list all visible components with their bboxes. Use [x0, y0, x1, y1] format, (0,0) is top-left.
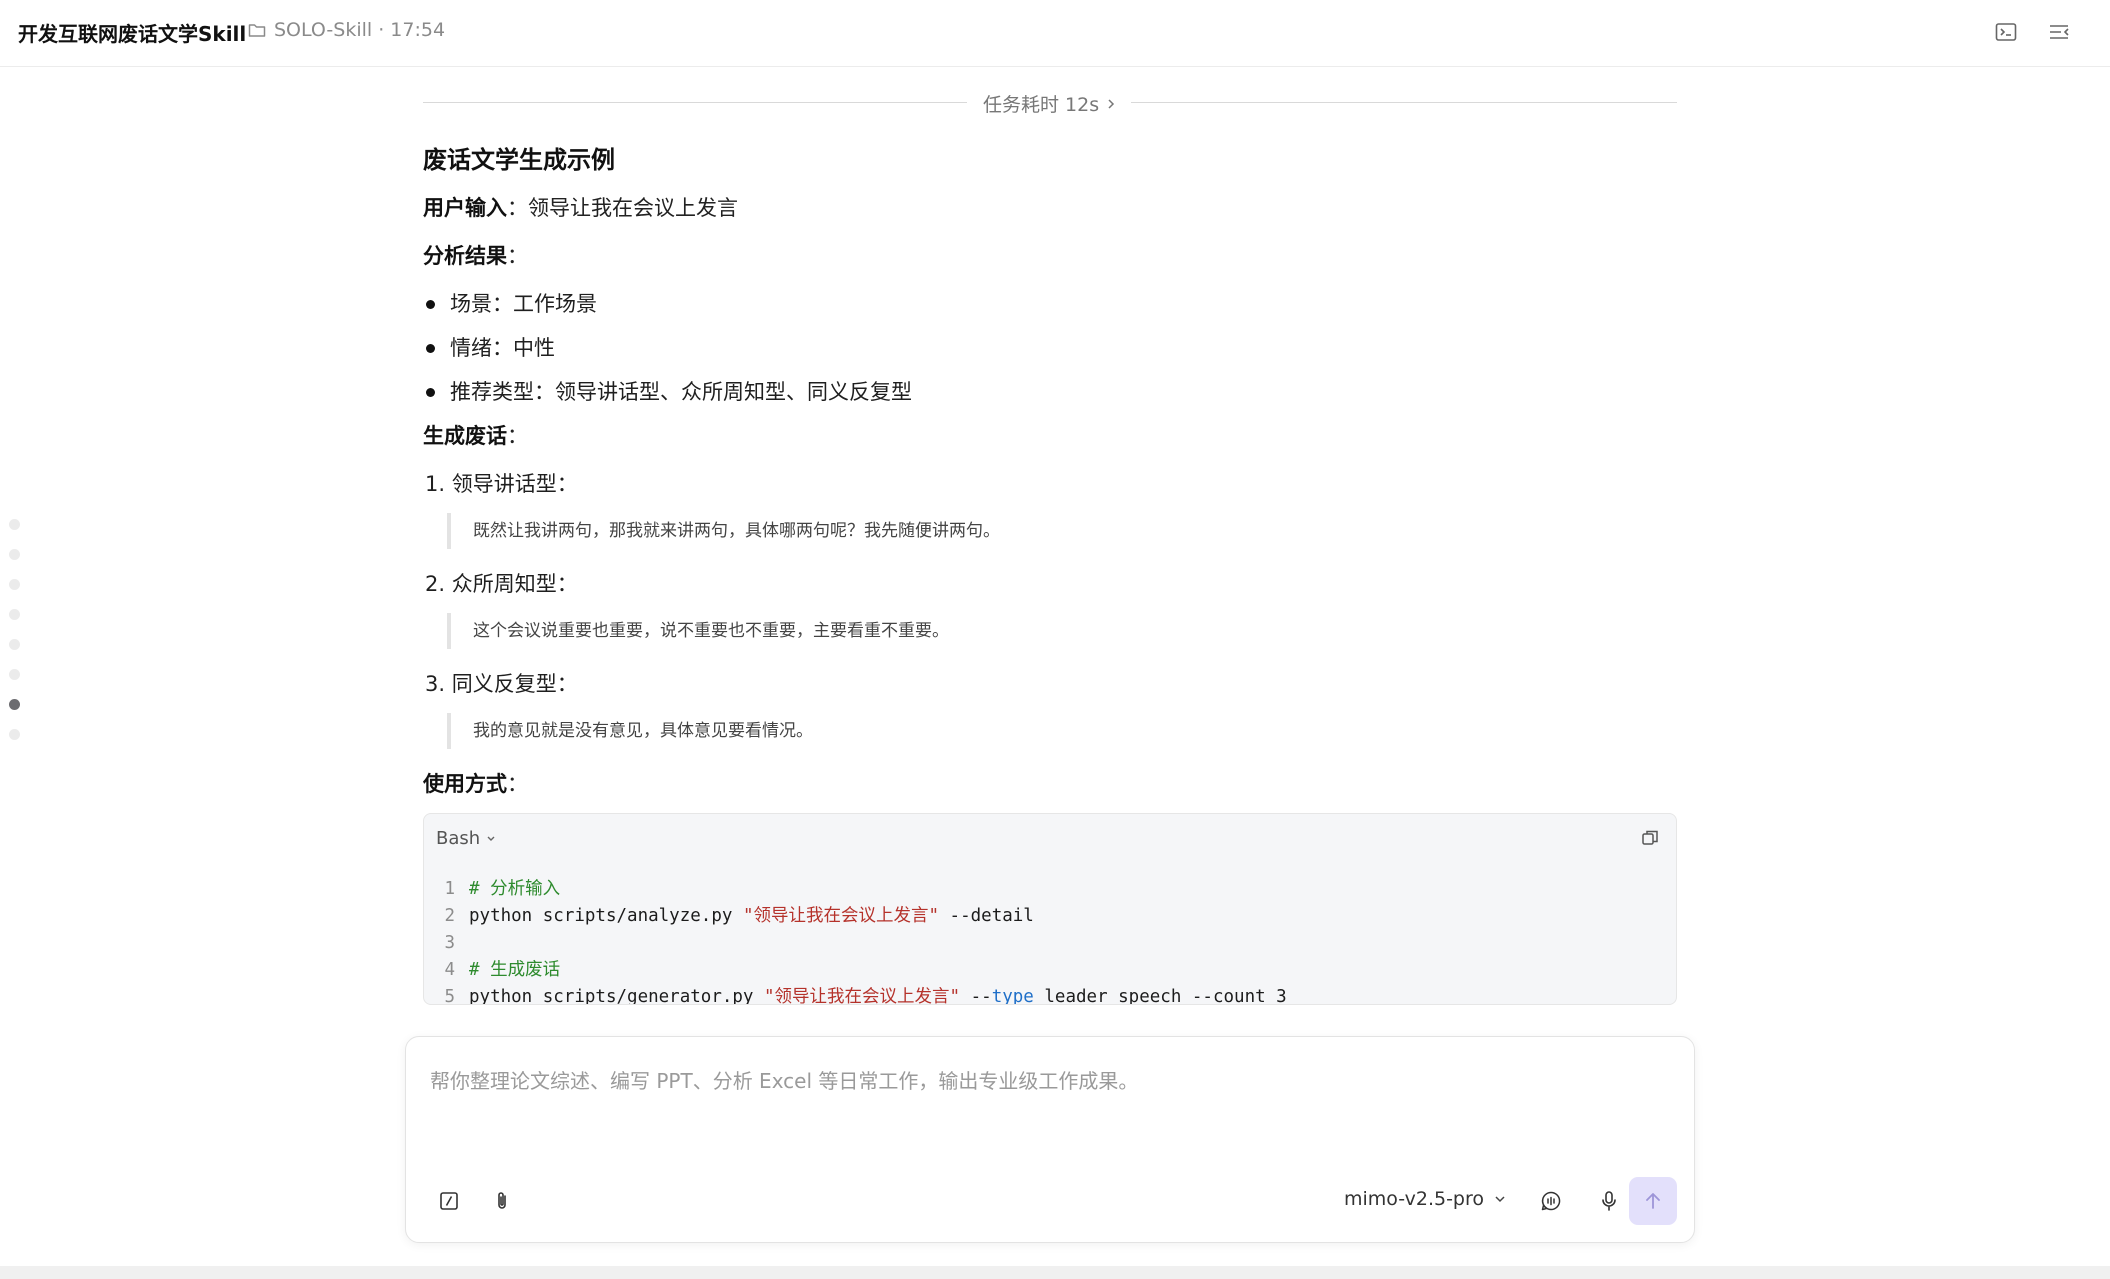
model-name: mimo-v2.5-pro	[1344, 1188, 1485, 1210]
model-selector[interactable]: mimo-v2.5-pro	[1344, 1188, 1506, 1210]
nav-dot[interactable]	[9, 729, 20, 740]
task-duration-toggle[interactable]: 任务耗时 12s	[983, 90, 1115, 117]
task-duration-label: 任务耗时 12s	[983, 94, 1100, 116]
usage-label: 使用方式	[423, 772, 507, 796]
section-heading: 废话文学生成示例	[423, 146, 615, 174]
bullet	[426, 387, 435, 397]
divider-line	[423, 102, 967, 103]
code-line: 4 # 生成废话	[444, 960, 561, 980]
project-meta-text: SOLO-Skill · 17:54	[274, 19, 446, 41]
example-title: 2. 众所周知型：	[425, 572, 578, 596]
code-line: 3	[444, 933, 455, 953]
top-bar: 开发互联网废话文学Skill SOLO-Skill · 17:54	[0, 0, 2110, 67]
chevron-right-icon	[1108, 98, 1115, 109]
code-line: 5 python scripts/generator.py "领导让我在会议上发言…	[444, 987, 1287, 1005]
user-input-line: 用户输入：领导让我在会议上发言	[423, 193, 1677, 223]
usage-heading: 使用方式：	[423, 772, 528, 796]
list-item: 情绪：中性	[423, 333, 1677, 363]
code-header: Bash	[424, 814, 1676, 866]
example-quote: 我的意见就是没有意见，具体意见要看情况。	[447, 713, 1677, 749]
example-quote: 既然让我讲两句，那我就来讲两句，具体哪两句呢？我先随便讲两句。	[447, 513, 1677, 549]
panel-toggle-button[interactable]	[2045, 18, 2073, 46]
generate-heading: 生成废话：	[423, 424, 528, 448]
analysis-heading: 分析结果：	[423, 244, 528, 268]
slash-command-button[interactable]	[434, 1186, 464, 1216]
bullet	[426, 299, 435, 309]
analysis-list: 场景：工作场景 情绪：中性 推荐类型：领导讲话型、众所周知型、同义反复型	[423, 289, 1677, 407]
code-block: Bash 1 # 分析输入 2 python scripts/analyze.py …	[423, 813, 1677, 1005]
bullet	[426, 343, 435, 353]
nav-dot[interactable]	[9, 549, 20, 560]
project-meta: SOLO-Skill · 17:54	[248, 19, 445, 41]
chat-composer[interactable]: 帮你整理论文综述、编写 PPT、分析 Excel 等日常工作，输出专业级工作成果…	[405, 1036, 1695, 1243]
chevron-down-icon	[487, 836, 495, 841]
terminal-button[interactable]	[1992, 18, 2020, 46]
voice-chat-button[interactable]	[1536, 1186, 1566, 1216]
panel-toggle-icon	[2050, 25, 2069, 39]
paperclip-icon	[498, 1192, 506, 1209]
divider-line	[1131, 102, 1677, 103]
attach-button[interactable]	[487, 1186, 517, 1216]
user-input-value: ：领导让我在会议上发言	[507, 196, 738, 220]
message-input-placeholder[interactable]: 帮你整理论文综述、编写 PPT、分析 Excel 等日常工作，输出专业级工作成果…	[430, 1065, 1138, 1094]
voice-chat-icon	[1541, 1191, 1561, 1211]
terminal-icon	[1995, 23, 2017, 41]
nav-dot[interactable]	[9, 639, 20, 650]
user-input-label: 用户输入	[423, 196, 507, 220]
copy-button[interactable]	[1640, 828, 1664, 852]
copy-icon	[1642, 830, 1658, 845]
language-selector[interactable]: Bash	[436, 828, 496, 849]
code-content[interactable]: 1 # 分析输入 2 python scripts/analyze.py "领导让我…	[424, 866, 1676, 1005]
generate-label: 生成废话	[423, 424, 507, 448]
nav-dot[interactable]	[9, 609, 20, 620]
bottom-edge	[0, 1266, 2110, 1279]
message-nav-dots	[9, 519, 23, 759]
example-title: 1. 领导讲话型：	[425, 472, 578, 496]
nav-dot-active[interactable]	[9, 699, 20, 710]
nav-dot[interactable]	[9, 579, 20, 590]
code-line: 1 # 分析输入	[444, 879, 561, 899]
list-item: 推荐类型：领导讲话型、众所周知型、同义反复型	[423, 377, 1677, 407]
send-button[interactable]	[1629, 1177, 1677, 1225]
code-line: 2 python scripts/analyze.py "领导让我在会议上发言" …	[444, 906, 1034, 926]
example-quote: 这个会议说重要也重要，说不重要也不重要，主要看重不重要。	[447, 613, 1677, 649]
folder-icon	[248, 24, 266, 37]
arrow-up-icon	[1646, 1193, 1660, 1209]
analysis-label: 分析结果	[423, 244, 507, 268]
microphone-button[interactable]	[1594, 1186, 1624, 1216]
task-duration-divider: 任务耗时 12s	[423, 82, 1677, 126]
nav-dot[interactable]	[9, 669, 20, 680]
list-item: 场景：工作场景	[423, 289, 1677, 319]
microphone-icon	[1602, 1191, 1616, 1211]
slash-command-icon	[440, 1192, 458, 1210]
chevron-down-icon	[1495, 1196, 1505, 1203]
example-title: 3. 同义反复型：	[425, 672, 578, 696]
language-label: Bash	[436, 828, 481, 849]
conversation-title: 开发互联网废话文学Skill	[18, 22, 247, 46]
assistant-message: 任务耗时 12s 废话文学生成示例 用户输入：领导让我在会议上发言 分析结果： …	[423, 82, 1677, 1005]
nav-dot[interactable]	[9, 519, 20, 530]
